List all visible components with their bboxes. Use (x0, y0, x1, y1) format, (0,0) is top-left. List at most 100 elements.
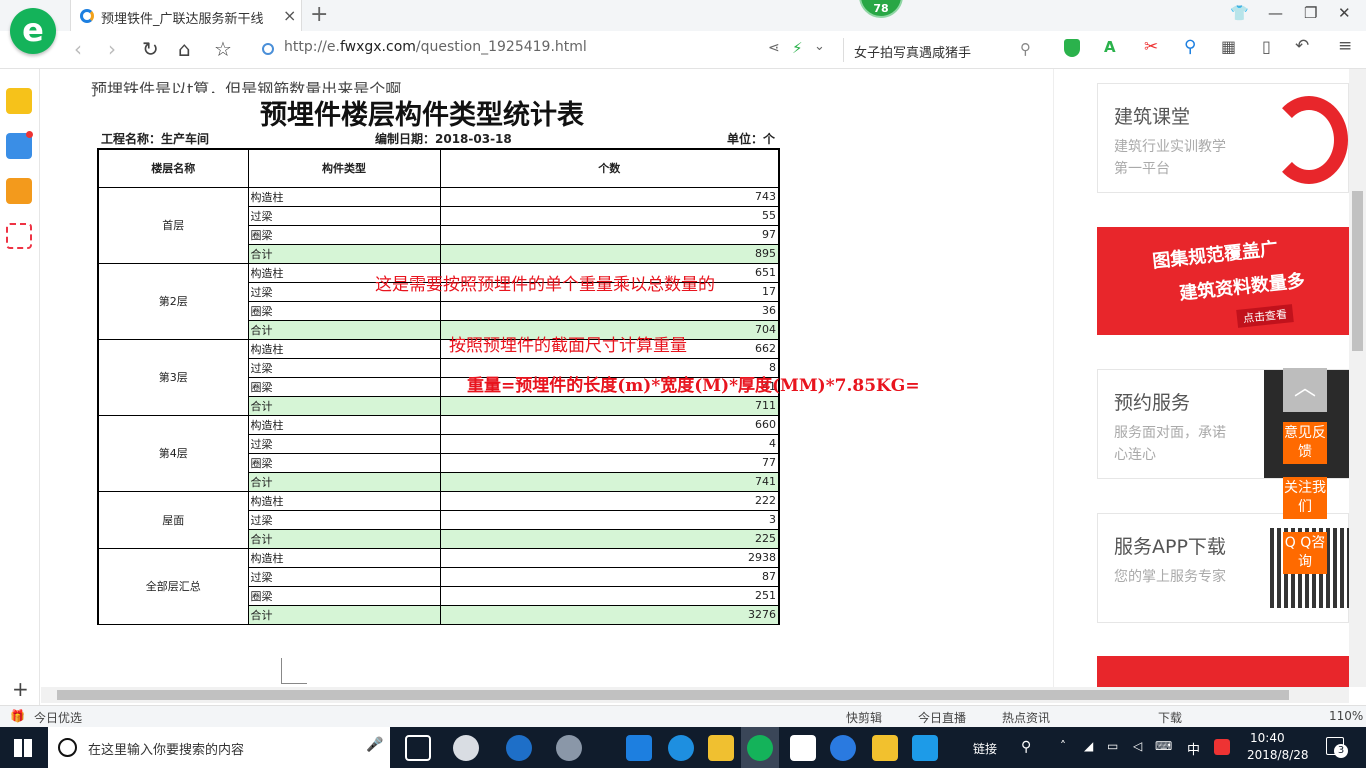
type-cell: 合计 (247, 319, 441, 340)
site-security-icon[interactable] (262, 43, 274, 55)
vertical-scroll-thumb[interactable] (1352, 191, 1363, 351)
refresh-icon[interactable]: ↻ (142, 37, 159, 61)
notification-bell-icon[interactable]: ◢ (1084, 739, 1093, 753)
magnifier-tool-icon[interactable]: ⚲ (1184, 37, 1196, 57)
notes-app-icon[interactable] (872, 735, 898, 761)
app-title: 服务APP下载 (1114, 536, 1226, 558)
ad-strip[interactable] (1097, 656, 1349, 687)
type-cell: 合计 (247, 395, 441, 416)
favorite-star-icon[interactable]: ☆ (214, 37, 232, 61)
skin-icon[interactable]: 👕 (1230, 4, 1249, 22)
taskbar-search-box[interactable]: 在这里输入你要搜索的内容 🎤 (48, 727, 390, 768)
pinwheel-app-icon[interactable] (453, 735, 479, 761)
type-cell: 构造柱 (247, 186, 441, 207)
type-cell: 构造柱 (247, 414, 441, 435)
floor-cell: 第3层 (97, 338, 249, 416)
maximize-icon[interactable]: ❐ (1304, 4, 1317, 22)
browser-tab[interactable]: 预埋铁件_广联达服务新干线 × (70, 0, 302, 32)
service-subtitle: 服务面对面，承诺心连心 (1114, 425, 1226, 463)
clock-date[interactable]: 2018/8/28 (1247, 748, 1309, 762)
home-icon[interactable]: ⌂ (178, 37, 191, 61)
volume-icon[interactable]: ◁ (1133, 739, 1142, 753)
task-view-icon[interactable] (405, 735, 431, 761)
chevron-down-icon[interactable]: ⌄ (814, 39, 825, 54)
add-sidebar-icon[interactable]: + (12, 677, 29, 701)
people-icon[interactable]: ⚲ (1021, 739, 1031, 755)
ime-indicator[interactable]: 中 (1187, 739, 1200, 758)
status-item-clip[interactable]: 快剪辑 (846, 709, 882, 726)
browser-task-icon[interactable] (747, 735, 773, 761)
edge-icon[interactable] (626, 735, 652, 761)
tab-close-icon[interactable]: × (283, 6, 296, 25)
ie-browser-icon[interactable] (506, 735, 532, 761)
floor-cell: 全部层汇总 (97, 547, 249, 625)
menu-icon[interactable]: ≡ (1338, 36, 1352, 56)
close-window-icon[interactable]: ✕ (1338, 4, 1351, 22)
shield-icon[interactable] (1064, 39, 1080, 57)
screenshot-scissors-icon[interactable]: ✂ (1144, 37, 1158, 57)
annotation-line1: 这是需要按照预埋件的单个重量乘以总数量的 (375, 275, 715, 295)
fast-mode-icon[interactable]: ⚡ (792, 39, 803, 57)
count-cell: 36 (439, 300, 780, 321)
search-icon[interactable]: ⚲ (1020, 40, 1031, 58)
reading-mode-icon[interactable]: ▯ (1262, 37, 1271, 56)
forward-icon[interactable]: › (108, 37, 116, 61)
search-box[interactable]: 女子拍写真遇咸猪手 ⚲ (843, 38, 1039, 62)
horizontal-scrollbar[interactable] (41, 687, 1349, 703)
sogou-icon[interactable] (1214, 739, 1230, 755)
count-cell: 251 (439, 585, 780, 606)
windows-start-icon[interactable] (14, 739, 32, 757)
follow-button[interactable]: 关注我们 (1283, 477, 1327, 519)
course-card[interactable]: 建筑课堂 建筑行业实训教学第一平台 (1097, 83, 1349, 193)
status-item-live[interactable]: 今日直播 (918, 709, 966, 726)
back-to-top-icon[interactable]: ︿ (1283, 368, 1327, 412)
browser-logo-icon[interactable]: e (10, 8, 56, 54)
status-item-download[interactable]: 下载 (1158, 709, 1182, 726)
horizontal-scroll-thumb[interactable] (57, 690, 1289, 700)
taskbar-link[interactable]: 链接 (973, 740, 997, 757)
cortana-icon[interactable] (58, 738, 77, 757)
gift-icon[interactable]: 🎁 (10, 709, 25, 723)
file-explorer-icon[interactable] (708, 735, 734, 761)
feedback-button[interactable]: 意见反馈 (1283, 422, 1327, 464)
type-cell: 圈梁 (247, 300, 441, 321)
tray-up-icon[interactable]: ˄ (1060, 739, 1066, 753)
apps-grid-icon[interactable]: ▦ (1221, 37, 1236, 56)
notification-badge[interactable]: 78 (859, 0, 903, 18)
today-picks[interactable]: 今日优选 (34, 709, 82, 726)
clock-time[interactable]: 10:40 (1250, 731, 1285, 745)
microphone-icon[interactable]: 🎤 (366, 737, 383, 753)
back-icon[interactable]: ‹ (74, 37, 82, 61)
share-icon[interactable]: ⋖ (768, 40, 780, 56)
zoom-level[interactable]: 110% (1329, 709, 1363, 723)
taskbar-search-placeholder[interactable]: 在这里输入你要搜索的内容 (88, 739, 244, 758)
left-sidebar: + (0, 69, 40, 705)
spiral-app-icon[interactable] (556, 735, 582, 761)
plus-app-icon[interactable] (912, 735, 938, 761)
type-cell: 合计 (247, 243, 441, 264)
windows-taskbar: 在这里输入你要搜索的内容 🎤 链接 ⚲ ˄ ◢ ▭ ◁ ⌨ 中 10:40 20… (0, 727, 1366, 768)
keyboard-icon[interactable]: ⌨ (1155, 739, 1172, 753)
search-hot-word[interactable]: 女子拍写真遇咸猪手 (854, 42, 971, 61)
promo-banner[interactable]: 图集规范覆盖广 建筑资料数量多 点击查看 (1097, 227, 1349, 335)
ie-icon[interactable] (668, 735, 694, 761)
status-item-news[interactable]: 热点资讯 (1002, 709, 1050, 726)
vertical-scrollbar[interactable] (1349, 69, 1366, 687)
battery-icon[interactable]: ▭ (1107, 739, 1118, 753)
email-icon[interactable] (6, 223, 32, 249)
undo-icon[interactable]: ↶ (1295, 36, 1309, 56)
report-header-row: 楼层名称 构件类型 个数 (97, 148, 780, 188)
qq-button[interactable]: Q Q咨询 (1283, 532, 1327, 574)
translate-icon[interactable]: A (1104, 38, 1116, 56)
minimize-icon[interactable]: — (1268, 4, 1283, 22)
mail-icon[interactable] (790, 735, 816, 761)
count-cell: 87 (439, 566, 780, 587)
url-field[interactable]: http://e.fwxgx.com/question_1925419.html (284, 39, 587, 55)
banner-button[interactable]: 点击查看 (1236, 304, 1294, 328)
g-app-icon[interactable] (830, 735, 856, 761)
weibo-icon[interactable] (6, 178, 32, 204)
favorites-star-icon[interactable] (6, 88, 32, 114)
new-tab-button[interactable]: + (310, 2, 328, 27)
report-title: 预埋件楼层构件类型统计表 (260, 100, 584, 131)
type-cell: 圈梁 (247, 224, 441, 245)
